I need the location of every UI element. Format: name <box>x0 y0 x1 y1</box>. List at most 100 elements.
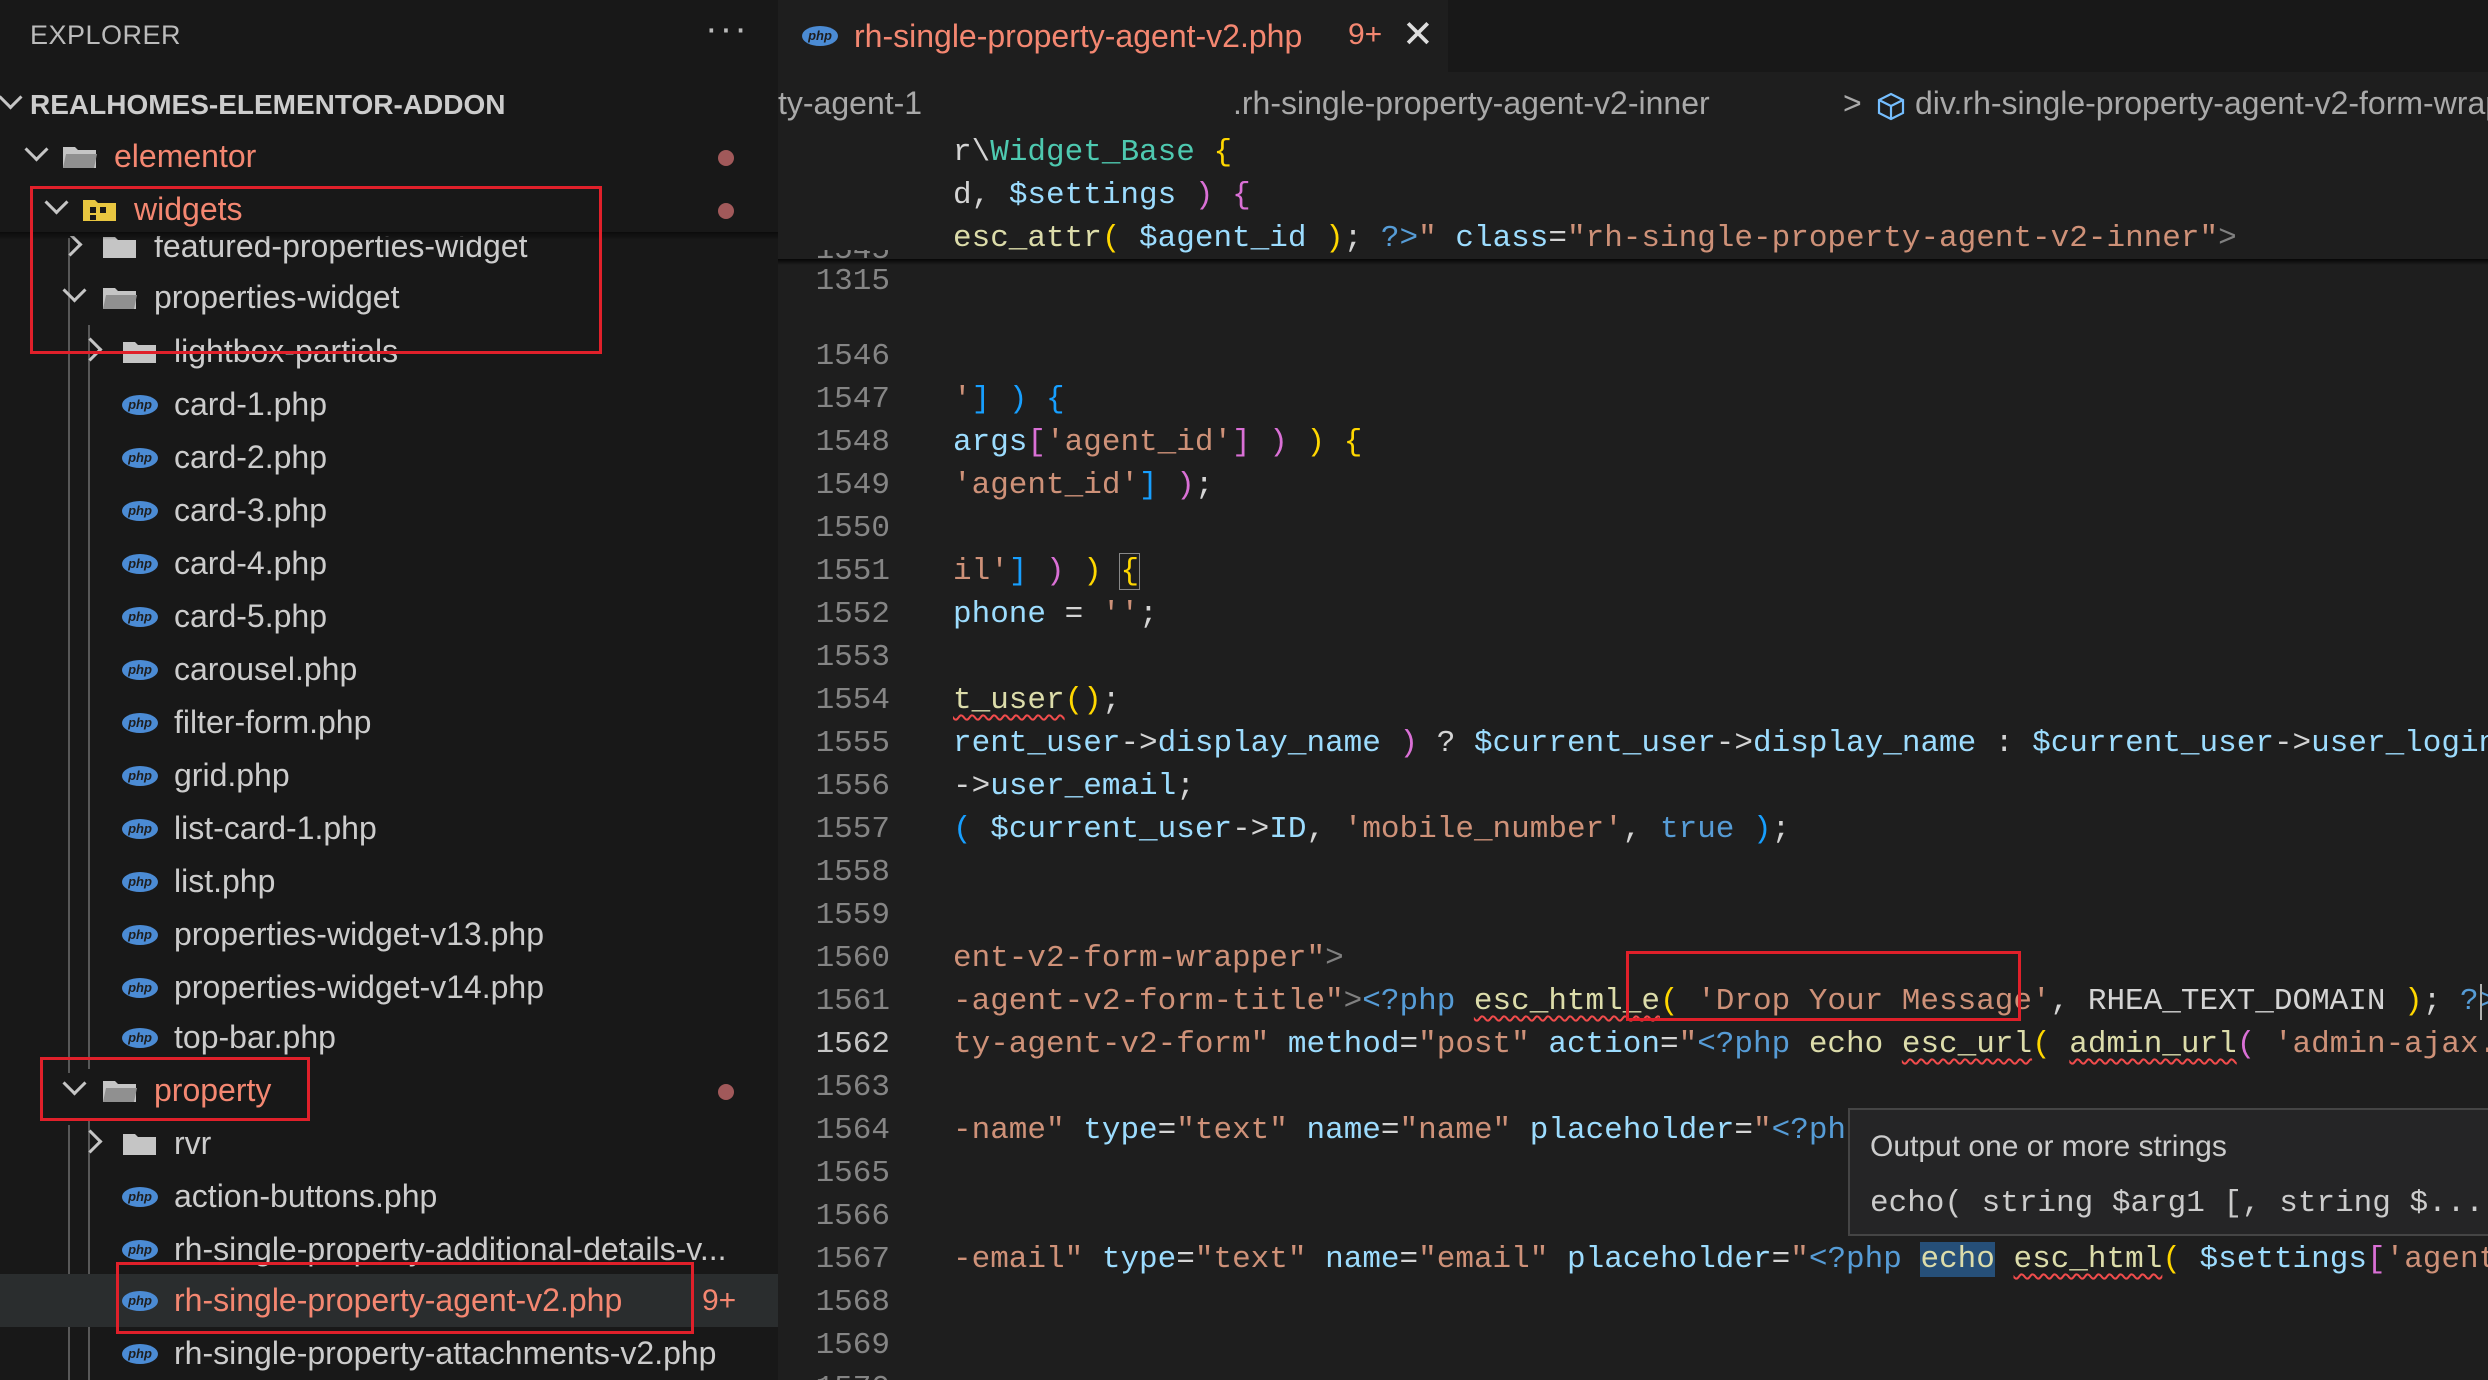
tree-item-label: rh-single-property-attachments-v2.php <box>174 1335 717 1371</box>
sticky-line[interactable]: 12 r\Widget_Base { <box>778 131 2488 213</box>
code-line[interactable]: 1563 ty-agent-v2-form" method="post" act… <box>778 1023 2488 1105</box>
explorer-sidebar: EXPLORER ··· REALHOMES-ELEMENTOR-ADDON e… <box>0 0 778 1380</box>
php-file-icon: php <box>122 1240 158 1260</box>
code-line[interactable]: 1564 <box>778 1066 2488 1148</box>
tree-item-file[interactable]: php list-card-1.php <box>0 802 778 855</box>
code-line[interactable]: 1555 t_user(); <box>778 679 2488 761</box>
tree-item-label: filter-form.php <box>174 704 372 740</box>
tree-item-file[interactable]: php grid.php <box>0 749 778 802</box>
tree-item-file[interactable]: php filter-form.php <box>0 696 778 749</box>
tree-item-file[interactable]: php properties-widget-v14.php <box>0 961 778 1014</box>
tab-bar: php rh-single-property-agent-v2.php 9+ ✕ <box>778 0 2488 74</box>
code-line[interactable]: 1546 <box>778 292 2488 374</box>
tree-item-file[interactable]: php card-1.php <box>0 378 778 431</box>
code-line[interactable]: 1545 <box>778 250 2488 272</box>
php-file-icon: php <box>122 1187 158 1207</box>
tree-item-file[interactable]: php card-2.php <box>0 431 778 484</box>
tree-item-label: carousel.php <box>174 651 358 687</box>
tree-item-label: card-4.php <box>174 545 327 581</box>
tree-item-label: card-1.php <box>174 386 327 422</box>
code-line[interactable]: 1553 phone = ''; <box>778 593 2488 675</box>
breadcrumb-separator: > <box>1843 85 1862 121</box>
code-text: rent_user->display_name ) ? $current_use… <box>953 726 2488 761</box>
tree-item-label: properties-widget-v14.php <box>174 969 544 1005</box>
cube-icon <box>1877 92 1905 121</box>
tree-item-file[interactable]: php card-5.php <box>0 590 778 643</box>
code-line[interactable]: 1569 <box>778 1281 2488 1363</box>
code-text: r\Widget_Base { <box>953 135 1233 170</box>
hover-description: Output one or more strings <box>1870 1130 2227 1163</box>
code-line[interactable]: 1568 -email" type="text" name="email" pl… <box>778 1238 2488 1320</box>
breadcrumb-item[interactable]: div.rh-single-property-agent-v2-form-wra… <box>1915 85 2488 122</box>
code-text: -email" type="text" name="email" placeho… <box>953 1242 2488 1277</box>
code-line[interactable]: 1550 'agent_id'] ); <box>778 464 2488 546</box>
code-line[interactable]: 1558 ( $current_user->ID, 'mobile_number… <box>778 808 2488 890</box>
editor-tab[interactable]: php rh-single-property-agent-v2.php 9+ ✕ <box>778 0 1448 74</box>
tree-item-label: elementor <box>114 138 257 174</box>
hover-tooltip: Output one or more strings echo( string … <box>1848 1108 2488 1236</box>
highlight-box <box>116 1262 694 1334</box>
php-file-icon: php <box>122 766 158 786</box>
php-file-icon: php <box>122 501 158 521</box>
php-file-icon: php <box>122 713 158 733</box>
problems-badge: 9+ <box>702 1284 737 1317</box>
code-line[interactable]: 1557 ->user_email; <box>778 765 2488 847</box>
breadcrumb-item[interactable]: .rh-single-property-agent-v2-inner <box>1233 85 1710 122</box>
tree-item-elementor[interactable]: elementor <box>0 130 778 183</box>
tree-item-label: list-card-1.php <box>174 810 377 846</box>
breadcrumb-item[interactable]: ty-agent-1 <box>778 85 922 122</box>
tree-item-file[interactable]: php list.php <box>0 855 778 908</box>
code-text: args['agent_id'] ) ) { <box>953 425 1363 460</box>
tree-item-label: rvr <box>174 1125 212 1161</box>
close-icon[interactable]: ✕ <box>1402 12 1434 57</box>
code-text: ( $current_user->ID, 'mobile_number', tr… <box>953 812 1791 847</box>
chevron-right-icon <box>78 1129 103 1154</box>
code-line[interactable]: 1556 rent_user->display_name ) ? $curren… <box>778 722 2488 804</box>
php-file-icon: php <box>122 660 158 680</box>
code-text: -name" type="text" name="name" placehold… <box>953 1113 1920 1148</box>
explorer-title: EXPLORER <box>30 20 182 50</box>
code-line[interactable]: 1547 <box>778 335 2488 417</box>
tree-item-label: properties-widget-v13.php <box>174 916 544 952</box>
tree-item-label: card-2.php <box>174 439 327 475</box>
code-text: il'] ) ) { <box>953 553 1141 590</box>
code-text: ty-agent-v2-form" method="post" action="… <box>953 1027 2488 1062</box>
line-number: 1570 <box>778 1367 890 1380</box>
code-line[interactable]: 1554 <box>778 636 2488 718</box>
modified-dot <box>718 203 734 219</box>
folder-open-icon <box>62 144 98 170</box>
code-line[interactable]: 1551 <box>778 507 2488 589</box>
code-line[interactable]: 1560 <box>778 894 2488 976</box>
highlight-box <box>30 186 602 354</box>
text-cursor <box>2480 984 2482 1020</box>
highlight-box <box>40 1057 310 1121</box>
php-file-icon: php <box>122 448 158 468</box>
root-folder-label: REALHOMES-ELEMENTOR-ADDON <box>30 89 506 120</box>
tab-problems-badge: 9+ <box>1348 18 1383 51</box>
tree-item-file[interactable]: php rh-single-property-attachments-v2.ph… <box>0 1327 778 1380</box>
tree-item-file[interactable]: php card-3.php <box>0 484 778 537</box>
code-text: phone = ''; <box>953 597 1158 632</box>
code-text: t_user(); <box>953 683 1121 718</box>
more-actions-icon[interactable]: ··· <box>705 8 749 51</box>
breadcrumb: ty-agent-1 .rh-single-property-agent-v2-… <box>778 85 2488 125</box>
php-file-icon: php <box>122 554 158 574</box>
tree-item-file[interactable]: php card-4.php <box>0 537 778 590</box>
tree-item-label: card-3.php <box>174 492 327 528</box>
explorer-root[interactable]: REALHOMES-ELEMENTOR-ADDON <box>0 78 778 131</box>
code-line[interactable]: 1549 args['agent_id'] ) ) { <box>778 421 2488 503</box>
php-file-icon: php <box>122 395 158 415</box>
code-line[interactable]: 1552 il'] ) ) { <box>778 550 2488 632</box>
code-line[interactable]: 1559 <box>778 851 2488 933</box>
tree-item-file[interactable]: php action-buttons.php <box>0 1170 778 1223</box>
tree-item-file[interactable]: php properties-widget-v13.php <box>0 908 778 961</box>
tree-item-rvr[interactable]: rvr <box>0 1117 778 1170</box>
code-line[interactable]: 1570 <box>778 1324 2488 1380</box>
highlight-box <box>1626 951 2021 1021</box>
sticky-line[interactable]: 1313 d, $settings ) { <box>778 174 2488 256</box>
tree-item-file[interactable]: php carousel.php <box>0 643 778 696</box>
php-file-icon: php <box>122 925 158 945</box>
code-line[interactable]: 1548 '] ) { <box>778 378 2488 460</box>
php-file-icon: php <box>122 607 158 627</box>
chevron-down-icon <box>24 137 49 162</box>
